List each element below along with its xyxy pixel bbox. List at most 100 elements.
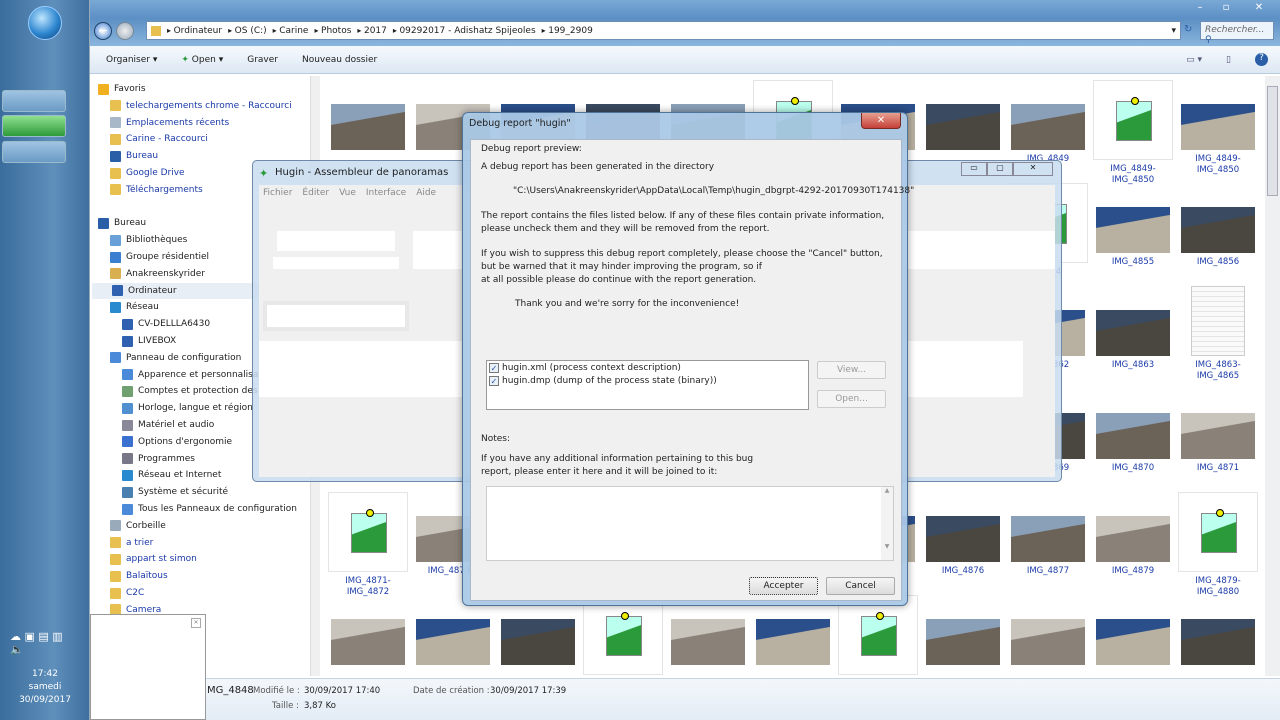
file-tile[interactable]: [836, 595, 920, 676]
help-icon[interactable]: ?: [1255, 53, 1268, 66]
file-tile[interactable]: IMG_4871-IMG_4872: [326, 492, 410, 598]
menu-item[interactable]: Aide: [416, 188, 436, 198]
nav-item[interactable]: Horloge, langue et région: [122, 400, 253, 416]
nav-item[interactable]: Système et sécurité: [122, 484, 228, 500]
taskbar-explorer[interactable]: [2, 90, 66, 112]
close-button[interactable]: ✕: [1013, 162, 1053, 176]
taskbar-hugin[interactable]: [2, 115, 66, 137]
file-tile[interactable]: [666, 595, 750, 669]
file-tile[interactable]: IMG_4876: [921, 492, 1005, 577]
file-tile[interactable]: IMG_4879: [1091, 492, 1175, 577]
close-icon[interactable]: ✕: [191, 618, 201, 628]
nav-item[interactable]: LIVEBOX: [122, 333, 176, 349]
nav-item[interactable]: a trier: [110, 535, 153, 551]
nav-item[interactable]: C2C: [110, 585, 144, 601]
checkbox[interactable]: ✓: [489, 375, 499, 386]
breadcrumb-item[interactable]: Ordinateur: [167, 26, 223, 36]
nav-item[interactable]: Téléchargements: [110, 182, 203, 198]
minimize-button[interactable]: ▭: [961, 162, 987, 176]
nav-item[interactable]: Matériel et audio: [122, 417, 214, 433]
address-bar[interactable]: Ordinateur OS (C:) Carine Photos 2017 0929201…: [146, 21, 1181, 40]
maximize-button[interactable]: ▫: [1214, 0, 1238, 16]
menu-item[interactable]: Interface: [366, 188, 406, 198]
file-tile[interactable]: [921, 595, 1005, 669]
nav-item[interactable]: Panneau de configuration: [110, 350, 241, 366]
file-tile[interactable]: [921, 80, 1005, 154]
open-button[interactable]: ✦ Open ▾: [181, 55, 223, 65]
notes-textarea[interactable]: ▲ ▼: [486, 486, 894, 561]
content-scrollbar[interactable]: [1265, 76, 1280, 676]
nav-item[interactable]: Groupe résidentiel: [110, 249, 209, 265]
file-tile[interactable]: [751, 595, 835, 669]
file-tile[interactable]: [581, 595, 665, 676]
close-button[interactable]: ✕: [1242, 0, 1276, 16]
file-tile[interactable]: IMG_4849: [1006, 80, 1090, 165]
nav-item[interactable]: Balaïtous: [110, 568, 168, 584]
breadcrumb-item[interactable]: Carine: [273, 26, 308, 36]
file-tile[interactable]: IMG_4877: [1006, 492, 1090, 577]
checkbox[interactable]: ✓: [489, 362, 499, 373]
nav-item[interactable]: Bibliothèques: [110, 232, 187, 248]
refresh-icon[interactable]: ↻: [1184, 24, 1192, 35]
breadcrumb-item[interactable]: 2017: [357, 26, 387, 36]
cancel-button[interactable]: Cancel: [826, 577, 895, 595]
breadcrumb-item[interactable]: 09292017 - Adishatz Spijeoles: [393, 26, 535, 36]
nav-item[interactable]: Réseau et Internet: [122, 467, 221, 483]
search-input[interactable]: Rechercher... ⚲: [1200, 21, 1274, 45]
file-tile[interactable]: IMG_4849-IMG_4850: [1176, 80, 1260, 176]
nav-item[interactable]: Favoris: [98, 81, 146, 97]
minimize-button[interactable]: –: [1188, 0, 1212, 16]
menu-item[interactable]: Fichier: [263, 188, 292, 198]
menu-item[interactable]: Vue: [339, 188, 356, 198]
forward-button[interactable]: [116, 22, 134, 40]
nav-item[interactable]: Carine - Raccourci: [110, 131, 208, 147]
file-tile[interactable]: [1006, 595, 1090, 669]
maximize-button[interactable]: ▢: [987, 162, 1013, 176]
nav-item[interactable]: Bureau: [98, 215, 146, 231]
file-tile[interactable]: [411, 595, 495, 669]
file-tile[interactable]: IMG_4870: [1091, 389, 1175, 474]
file-tile[interactable]: [326, 595, 410, 669]
file-item[interactable]: ✓ hugin.dmp (dump of the process state (b…: [487, 374, 808, 387]
file-tile[interactable]: IMG_4855: [1091, 183, 1175, 268]
nav-item[interactable]: Tous les Panneaux de configuration: [122, 501, 297, 517]
new-folder-button[interactable]: Nouveau dossier: [302, 55, 377, 65]
menu-item[interactable]: Éditer: [302, 188, 329, 198]
nav-item[interactable]: Emplacements récents: [110, 115, 229, 131]
nav-item[interactable]: appart st simon: [110, 551, 197, 567]
organize-button[interactable]: Organiser ▾: [106, 55, 157, 65]
open-file-button[interactable]: Open...: [817, 390, 886, 408]
nav-item[interactable]: Anakreenskyrider: [110, 266, 205, 282]
accept-button[interactable]: Accepter: [749, 577, 818, 595]
file-tile[interactable]: [326, 80, 410, 154]
file-tile[interactable]: IMG_4863-IMG_4865: [1176, 286, 1260, 382]
file-tile[interactable]: IMG_4871: [1176, 389, 1260, 474]
taskbar-hugin-2[interactable]: [2, 141, 66, 163]
breadcrumb-item[interactable]: Photos: [314, 26, 351, 36]
clock[interactable]: 17:42 samedi 30/09/2017: [0, 668, 90, 707]
file-item[interactable]: ✓ hugin.xml (process context description): [487, 361, 808, 374]
nav-item[interactable]: telechargements chrome - Raccourci: [110, 98, 292, 114]
nav-item[interactable]: Google Drive: [110, 165, 185, 181]
file-tile[interactable]: IMG_4879-IMG_4880: [1176, 492, 1260, 598]
nav-item[interactable]: Bureau: [110, 148, 158, 164]
nav-item[interactable]: Programmes: [122, 451, 195, 467]
notes-scrollbar[interactable]: ▲ ▼: [881, 487, 893, 560]
tray-icons[interactable]: ☁ ▣ ▤ ▥ 🔈: [10, 630, 63, 656]
start-button[interactable]: [28, 6, 62, 40]
file-tile[interactable]: IMG_4856: [1176, 183, 1260, 268]
file-tile[interactable]: [496, 595, 580, 669]
nav-item[interactable]: Options d'ergonomie: [122, 434, 232, 450]
dialog-close-button[interactable]: ✕: [861, 113, 901, 129]
file-tile[interactable]: [1091, 595, 1175, 669]
burn-button[interactable]: Graver: [247, 55, 278, 65]
chevron-down-icon[interactable]: ▾: [1171, 26, 1176, 36]
file-tile[interactable]: IMG_4849-IMG_4850: [1091, 80, 1175, 186]
breadcrumb-item[interactable]: 199_2909: [542, 26, 593, 36]
scrollbar-thumb[interactable]: [1267, 86, 1278, 196]
preview-pane-icon[interactable]: ▯: [1226, 55, 1231, 65]
file-tile[interactable]: IMG_4863: [1091, 286, 1175, 371]
file-tile[interactable]: [1176, 595, 1260, 669]
breadcrumb-item[interactable]: OS (C:): [228, 26, 267, 36]
nav-item[interactable]: CV-DELLLA6430: [122, 316, 210, 332]
